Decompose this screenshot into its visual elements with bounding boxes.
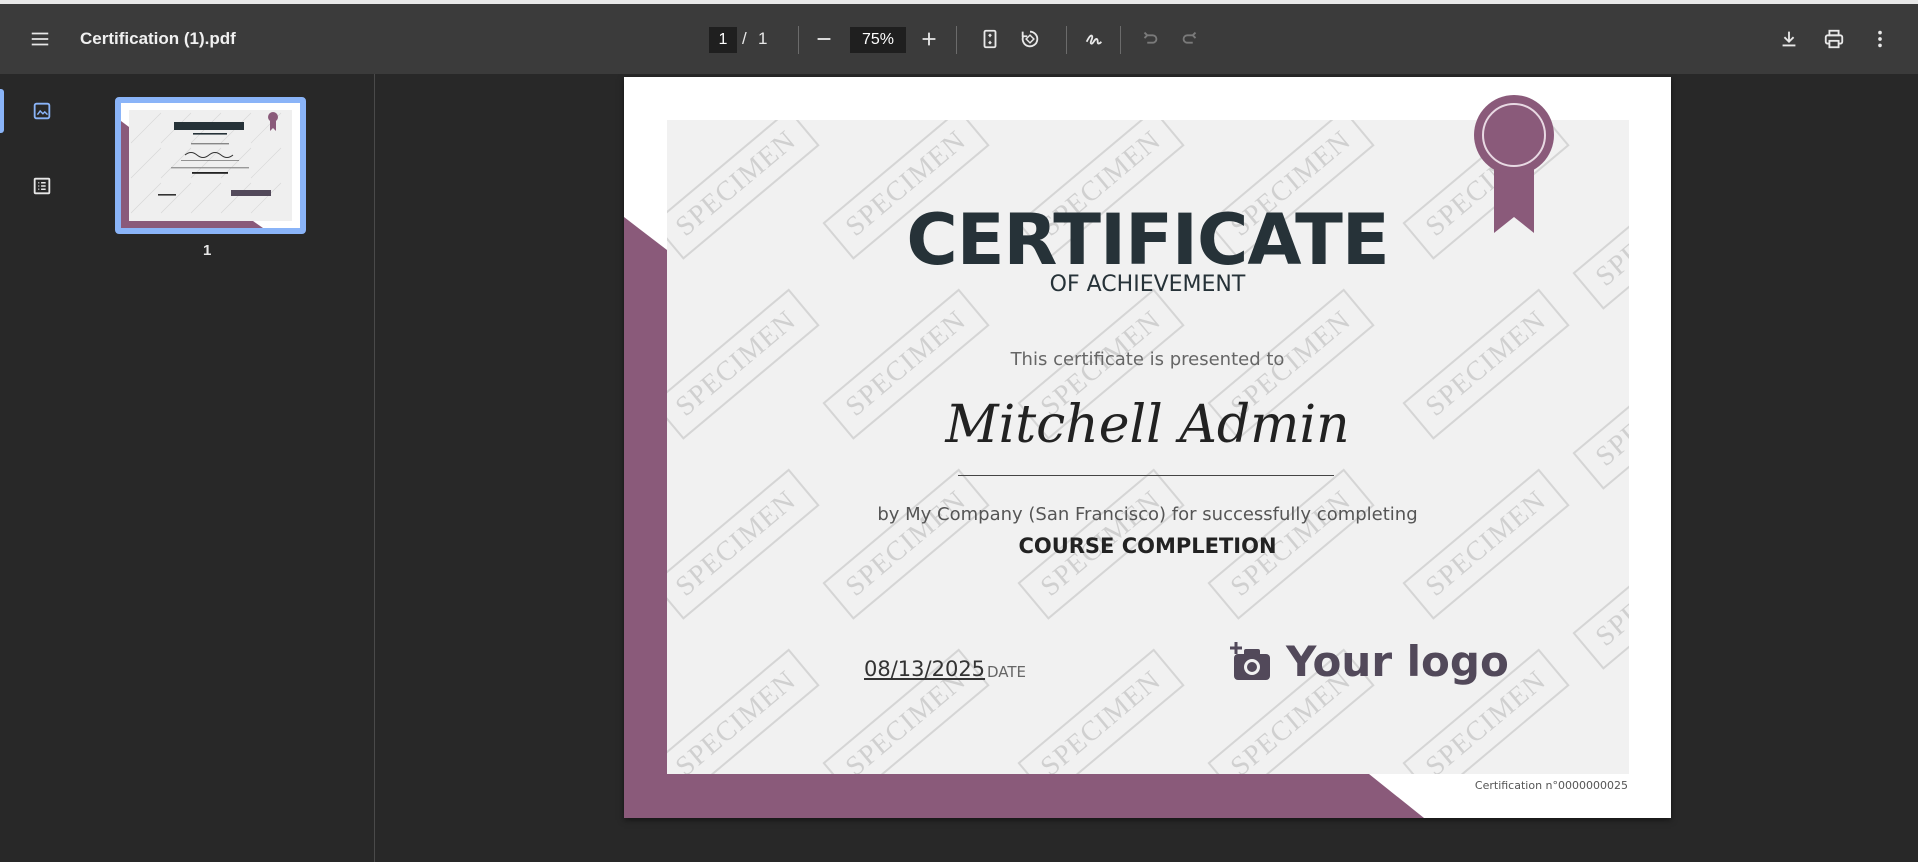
- rotate-icon: [1021, 30, 1039, 48]
- fit-page-button[interactable]: [974, 23, 1006, 55]
- menu-icon[interactable]: [24, 23, 56, 55]
- add-photo-icon: [1230, 641, 1270, 680]
- certificate-subtitle: OF ACHIEVEMENT: [1049, 272, 1246, 297]
- print-icon: [1824, 29, 1844, 49]
- logo-text: Your logo: [1286, 637, 1509, 686]
- toolbar-divider: [798, 26, 799, 54]
- specimen-watermark: SPECIMEN: [1017, 648, 1186, 774]
- toolbar-divider: [1120, 26, 1121, 54]
- file-name: Certification (1).pdf: [80, 29, 236, 48]
- sidebar-active-indicator: [0, 89, 4, 133]
- certificate-title: CERTIFICATE: [906, 199, 1389, 281]
- redo-icon: [1182, 31, 1197, 44]
- company-text: by My Company (San Francisco) for succes…: [877, 504, 1418, 525]
- plus-icon: [922, 32, 936, 46]
- undo-icon: [1143, 31, 1158, 44]
- zoom-in-button[interactable]: [913, 23, 945, 55]
- recipient-name: Mitchell Admin: [945, 395, 1350, 455]
- specimen-watermark: SPECIMEN: [667, 648, 821, 774]
- print-button[interactable]: [1818, 23, 1850, 55]
- page-thumbnail[interactable]: [115, 97, 306, 234]
- image-icon: [33, 102, 51, 120]
- rotate-button[interactable]: [1014, 23, 1046, 55]
- page-total: 1: [758, 29, 768, 48]
- thumbnail-preview: [121, 103, 300, 228]
- date-label: DATE: [987, 663, 1027, 681]
- fit-page-icon: [983, 29, 997, 49]
- certificate-date: 08/13/2025: [864, 657, 986, 681]
- presented-to-text: This certificate is presented to: [1010, 349, 1285, 370]
- undo-button[interactable]: [1134, 23, 1166, 55]
- annotate-button[interactable]: [1078, 23, 1110, 55]
- download-icon: [1782, 31, 1796, 47]
- page-separator: /: [742, 29, 747, 48]
- document-viewer[interactable]: SPECIMEN SPECIMEN SPECIMEN SPECIMEN SPEC…: [376, 74, 1918, 862]
- download-button[interactable]: [1773, 23, 1805, 55]
- certificate-number: Certification n°0000000025: [1474, 779, 1628, 792]
- outline-view-button[interactable]: [28, 172, 56, 200]
- thumbnail-page-number: 1: [203, 242, 212, 259]
- list-icon: [33, 177, 51, 195]
- pen-squiggle-icon: [1085, 34, 1103, 45]
- thumbnails-view-button[interactable]: [28, 97, 56, 125]
- company-logo: Your logo: [1228, 637, 1509, 686]
- minus-icon: [817, 38, 831, 40]
- zoom-out-button[interactable]: [808, 23, 840, 55]
- thumbnail-sidebar: 1: [0, 74, 375, 862]
- redo-button[interactable]: [1174, 23, 1206, 55]
- name-underline: [958, 475, 1334, 476]
- more-options-icon[interactable]: [1864, 23, 1896, 55]
- zoom-input[interactable]: 75%: [850, 27, 906, 53]
- toolbar-divider: [956, 26, 957, 54]
- toolbar-divider: [1066, 26, 1067, 54]
- pdf-page: SPECIMEN SPECIMEN SPECIMEN SPECIMEN SPEC…: [624, 77, 1671, 818]
- page-number-input[interactable]: 1: [709, 27, 737, 53]
- course-name: COURSE COMPLETION: [1018, 534, 1277, 558]
- pdf-toolbar: Certification (1).pdf 1 / 1 75%: [0, 4, 1918, 74]
